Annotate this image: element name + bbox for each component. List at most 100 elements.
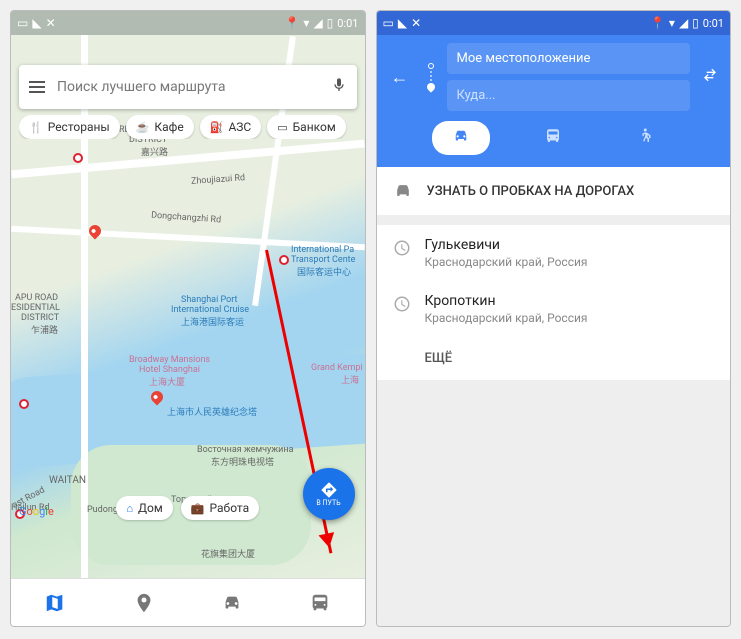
chip-work[interactable]: 💼Работа bbox=[181, 496, 259, 520]
swap-icon bbox=[702, 67, 718, 83]
mode-walk[interactable] bbox=[617, 121, 675, 155]
map-label: Dongchangzhi Rd bbox=[151, 211, 222, 226]
map-label: 上海 bbox=[341, 373, 359, 386]
directions-content: УЗНАТЬ О ПРОБКАХ НА ДОРОГАХ ГулькевичиКр… bbox=[377, 167, 731, 626]
wifi-icon: ▾ bbox=[303, 16, 309, 30]
phone-maps-main: ▭ ◣ ✕ 📍 ▾ ◢ ▯ 0:01 RESIDENTIAL DISTRICT … bbox=[10, 10, 366, 627]
chip-home[interactable]: ⌂Дом bbox=[116, 496, 172, 520]
map-label: 上海港国际客运 bbox=[181, 315, 244, 328]
chip-cafe[interactable]: ☕Кафе bbox=[126, 115, 194, 139]
location-icon: 📍 bbox=[284, 16, 299, 30]
sb-icon: ◣ bbox=[32, 16, 41, 30]
map-label: Grand Kempi bbox=[311, 363, 363, 373]
map-label: APU ROAD bbox=[15, 293, 58, 303]
search-placeholder: Поиск лучшего маршрута bbox=[57, 79, 319, 95]
back-button[interactable]: ← bbox=[385, 63, 415, 92]
history-item[interactable]: ГулькевичиКраснодарский край, Россия bbox=[377, 225, 731, 281]
map-label: International Cruise bbox=[171, 305, 249, 315]
menu-icon[interactable] bbox=[29, 81, 45, 93]
chip-restaurants[interactable]: 🍴Рестораны bbox=[19, 115, 120, 139]
map-label: 花旗集团大厦 bbox=[201, 547, 255, 560]
history-item[interactable]: Кропоткин Краснодарский край, Россия bbox=[377, 281, 731, 337]
bus-icon bbox=[309, 592, 331, 614]
directions-fab[interactable]: В ПУТЬ bbox=[303, 468, 355, 520]
coffee-icon: ☕ bbox=[136, 121, 150, 134]
transit-icon bbox=[544, 127, 562, 145]
battery-icon: ▯ bbox=[692, 16, 699, 30]
briefcase-icon: 💼 bbox=[191, 502, 205, 515]
battery-icon: ▯ bbox=[327, 16, 334, 30]
map-label: Shanghai Port bbox=[181, 295, 237, 305]
nav-transit[interactable] bbox=[276, 579, 364, 626]
map-canvas[interactable]: RESIDENTIAL DISTRICT 嘉兴路 Zhoujiazui Rd D… bbox=[11, 35, 365, 578]
search-bar[interactable]: Поиск лучшего маршрута bbox=[19, 65, 357, 109]
swap-button[interactable] bbox=[698, 63, 722, 91]
phone-directions: ▭ ◣ ✕ 📍 ▾ ◢ ▯ 0:01 ← Мое местоположение … bbox=[376, 10, 732, 627]
traffic-label: УЗНАТЬ О ПРОБКАХ НА ДОРОГАХ bbox=[427, 184, 635, 199]
category-chips: 🍴Рестораны ☕Кафе ⛽АЗС ▭Банком bbox=[19, 115, 365, 139]
map-label: 乍浦路 bbox=[31, 323, 58, 336]
bottom-nav bbox=[11, 578, 365, 626]
atm-icon: ▭ bbox=[277, 121, 287, 134]
metro-icon bbox=[73, 153, 83, 163]
sb-icon: ▭ bbox=[17, 16, 28, 30]
fork-knife-icon: 🍴 bbox=[29, 121, 43, 134]
map-label: International Pa bbox=[291, 245, 354, 255]
directions-icon bbox=[320, 481, 338, 499]
nav-explore[interactable] bbox=[11, 579, 99, 626]
history-subtitle: Краснодарский край, Россия bbox=[425, 311, 588, 325]
car-icon bbox=[221, 592, 243, 614]
map-label: Broadway Mansions bbox=[129, 355, 210, 365]
nav-saved[interactable] bbox=[99, 579, 187, 626]
destination-input[interactable]: Куда... bbox=[447, 80, 691, 111]
map-label: ESIDENTIAL bbox=[11, 303, 60, 313]
status-bar: ▭ ◣ ✕ 📍 ▾ ◢ ▯ 0:01 bbox=[377, 11, 731, 35]
map-label: Zhoujiazui Rd bbox=[191, 173, 246, 187]
voice-icon[interactable] bbox=[331, 77, 347, 97]
signal-icon: ◢ bbox=[313, 16, 322, 30]
mode-transit[interactable] bbox=[524, 121, 582, 155]
clock-icon bbox=[393, 293, 411, 317]
map-label: 国际客运中心 bbox=[297, 265, 351, 278]
route-dots bbox=[423, 63, 439, 91]
map-label: Hotel Shanghai bbox=[139, 365, 200, 375]
history-card: ГулькевичиКраснодарский край, Россия Кро… bbox=[377, 225, 731, 380]
sb-icon: ✕ bbox=[46, 16, 56, 30]
history-subtitle: Краснодарский край, Россия bbox=[425, 255, 588, 269]
signal-icon: ◢ bbox=[679, 16, 688, 30]
home-icon: ⌂ bbox=[126, 502, 133, 515]
poi-pin[interactable] bbox=[87, 223, 104, 240]
car-icon bbox=[452, 127, 470, 145]
gas-icon: ⛽ bbox=[210, 121, 224, 134]
map-label: 上海大厦 bbox=[149, 375, 185, 388]
map-label: DISTRICT bbox=[21, 313, 59, 323]
sb-icon: ◣ bbox=[398, 16, 407, 30]
sb-icon: ▭ bbox=[383, 16, 394, 30]
location-icon: 📍 bbox=[650, 16, 665, 30]
directions-header: ← Мое местоположение Куда... bbox=[377, 35, 731, 167]
chip-gas[interactable]: ⛽АЗС bbox=[200, 115, 261, 139]
traffic-card[interactable]: УЗНАТЬ О ПРОБКАХ НА ДОРОГАХ bbox=[377, 167, 731, 215]
mode-car[interactable] bbox=[432, 121, 490, 155]
map-label: Восточная жемчужина bbox=[197, 445, 293, 455]
clock: 0:01 bbox=[337, 17, 358, 30]
map-label: Transport Cente bbox=[291, 255, 355, 265]
map-label: WAITAN bbox=[49, 475, 86, 486]
map-label: 上海市人民英雄纪念塔 bbox=[167, 405, 257, 418]
car-icon bbox=[393, 181, 413, 201]
map-label: 东方明珠电视塔 bbox=[211, 455, 274, 468]
history-title: Кропоткин bbox=[425, 293, 588, 309]
sb-icon: ✕ bbox=[411, 16, 421, 30]
walk-icon bbox=[637, 127, 655, 145]
nav-drive[interactable] bbox=[188, 579, 276, 626]
status-bar: ▭ ◣ ✕ 📍 ▾ ◢ ▯ 0:01 bbox=[11, 11, 365, 35]
more-button[interactable]: ЕЩЁ bbox=[377, 337, 731, 380]
origin-input[interactable]: Мое местоположение bbox=[447, 43, 691, 74]
fab-label: В ПУТЬ bbox=[316, 499, 340, 507]
chip-atm[interactable]: ▭Банком bbox=[267, 115, 346, 139]
wifi-icon: ▾ bbox=[669, 16, 675, 30]
map-icon bbox=[44, 592, 66, 614]
metro-icon bbox=[279, 255, 289, 265]
clock: 0:01 bbox=[703, 17, 724, 30]
map-label: 嘉兴路 bbox=[141, 145, 168, 158]
